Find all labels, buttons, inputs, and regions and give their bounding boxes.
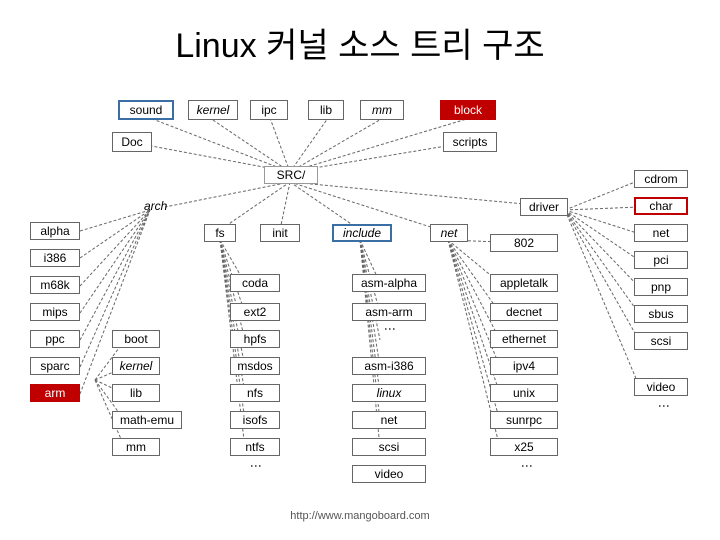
node-char: char [634, 197, 688, 215]
node-drv-video: video [634, 378, 688, 396]
node-pnp: pnp [634, 278, 688, 296]
node-mm-sub: mm [112, 438, 160, 456]
node-sunrpc: sunrpc [490, 411, 558, 429]
dots-icon: ⋮ [249, 460, 263, 471]
dots-icon: ⋮ [383, 323, 397, 334]
node-mm-top: mm [360, 100, 404, 120]
node-arch: arch [140, 198, 171, 214]
node-msdos: msdos [230, 357, 280, 375]
node-coda: coda [230, 274, 280, 292]
node-asm-alpha: asm-alpha [352, 274, 426, 292]
node-ipv4: ipv4 [490, 357, 558, 375]
node-block: block [440, 100, 496, 120]
node-hpfs: hpfs [230, 330, 280, 348]
node-lib-top: lib [308, 100, 344, 120]
node-asm-i386: asm-i386 [352, 357, 426, 375]
node-asm-arm: asm-arm [352, 303, 426, 321]
diagram-lines [0, 0, 720, 540]
dots-icon: ⋮ [520, 460, 534, 471]
node-include: include [332, 224, 392, 242]
node-drv-net: net [634, 224, 688, 242]
footer-url: http://www.mangoboard.com [0, 510, 720, 522]
node-inc-scsi: scsi [352, 438, 426, 456]
node-linux: linux [352, 384, 426, 402]
node-src: SRC/ [264, 166, 318, 184]
node-cdrom: cdrom [634, 170, 688, 188]
node-net: net [430, 224, 468, 242]
node-802: 802 [490, 234, 558, 252]
node-inc-net: net [352, 411, 426, 429]
node-driver: driver [520, 198, 568, 216]
node-inc-video: video [352, 465, 426, 483]
node-unix: unix [490, 384, 558, 402]
node-ethernet: ethernet [490, 330, 558, 348]
page-title: Linux 커널 소스 트리 구조 [0, 18, 720, 67]
dots-icon: ⋮ [657, 400, 671, 411]
node-isofs: isofs [230, 411, 280, 429]
node-nfs: nfs [230, 384, 280, 402]
node-i386: i386 [30, 249, 80, 267]
node-alpha: alpha [30, 222, 80, 240]
node-sparc: sparc [30, 357, 80, 375]
node-sound: sound [118, 100, 174, 120]
node-scripts: scripts [443, 132, 497, 152]
node-kernel-top: kernel [188, 100, 238, 120]
node-m68k: m68k [30, 276, 80, 294]
node-ext2: ext2 [230, 303, 280, 321]
node-mathemu: math-emu [112, 411, 182, 429]
node-ipc: ipc [250, 100, 288, 120]
node-boot: boot [112, 330, 160, 348]
node-doc: Doc [112, 132, 152, 152]
node-sbus: sbus [634, 305, 688, 323]
node-drv-scsi: scsi [634, 332, 688, 350]
node-ntfs: ntfs [230, 438, 280, 456]
node-pci: pci [634, 251, 688, 269]
node-init: init [260, 224, 300, 242]
node-decnet: decnet [490, 303, 558, 321]
node-mips: mips [30, 303, 80, 321]
node-appletalk: appletalk [490, 274, 558, 292]
node-arm: arm [30, 384, 80, 402]
node-kernel-sub: kernel [112, 357, 160, 375]
node-fs: fs [204, 224, 236, 242]
node-lib-sub: lib [112, 384, 160, 402]
node-x25: x25 [490, 438, 558, 456]
node-ppc: ppc [30, 330, 80, 348]
